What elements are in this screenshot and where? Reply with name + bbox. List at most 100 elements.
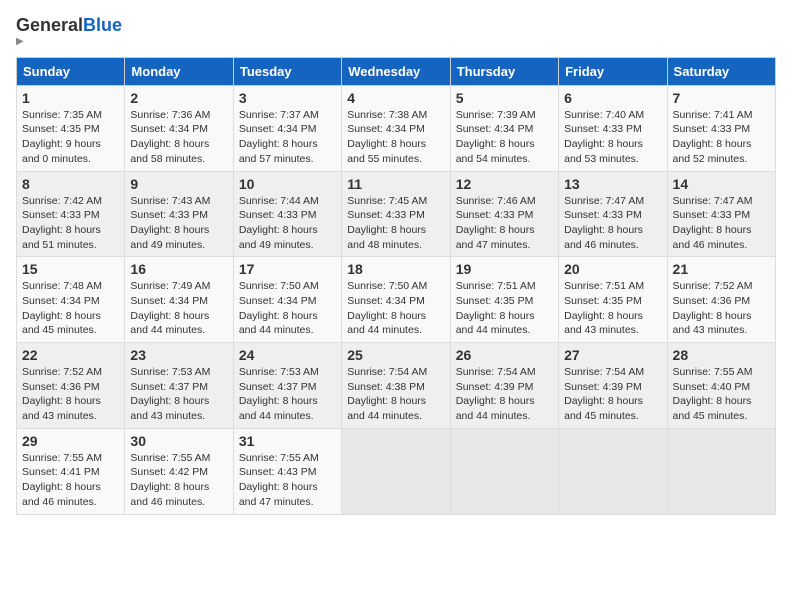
day-info: Sunrise: 7:54 AM Sunset: 4:38 PM Dayligh…	[347, 365, 444, 424]
weekday-header-sunday: Sunday	[17, 57, 125, 85]
day-info: Sunrise: 7:45 AM Sunset: 4:33 PM Dayligh…	[347, 194, 444, 253]
day-info: Sunrise: 7:37 AM Sunset: 4:34 PM Dayligh…	[239, 108, 336, 167]
day-info: Sunrise: 7:41 AM Sunset: 4:33 PM Dayligh…	[673, 108, 770, 167]
calendar-cell: 26 Sunrise: 7:54 AM Sunset: 4:39 PM Dayli…	[450, 343, 558, 429]
day-number: 8	[22, 176, 119, 192]
calendar-cell: 12 Sunrise: 7:46 AM Sunset: 4:33 PM Dayli…	[450, 171, 558, 257]
logo-general: GeneralBlue	[16, 16, 122, 36]
day-info: Sunrise: 7:55 AM Sunset: 4:41 PM Dayligh…	[22, 451, 119, 510]
day-number: 1	[22, 90, 119, 106]
day-number: 2	[130, 90, 227, 106]
logo: GeneralBlue ▶	[16, 16, 122, 47]
calendar-cell: 6Sunrise: 7:40 AM Sunset: 4:33 PM Daylig…	[559, 85, 667, 171]
day-info: Sunrise: 7:51 AM Sunset: 4:35 PM Dayligh…	[456, 279, 553, 338]
weekday-header-tuesday: Tuesday	[233, 57, 341, 85]
calendar-cell: 13 Sunrise: 7:47 AM Sunset: 4:33 PM Dayli…	[559, 171, 667, 257]
day-number: 11	[347, 176, 444, 192]
weekday-header-row: SundayMondayTuesdayWednesdayThursdayFrid…	[17, 57, 776, 85]
calendar-cell	[559, 428, 667, 514]
day-info: Sunrise: 7:39 AM Sunset: 4:34 PM Dayligh…	[456, 108, 553, 167]
calendar-week-2: 8 Sunrise: 7:42 AM Sunset: 4:33 PM Daylig…	[17, 171, 776, 257]
day-info: Sunrise: 7:49 AM Sunset: 4:34 PM Dayligh…	[130, 279, 227, 338]
day-info: Sunrise: 7:44 AM Sunset: 4:33 PM Dayligh…	[239, 194, 336, 253]
calendar-cell: 1 Sunrise: 7:35 AM Sunset: 4:35 PM Daylig…	[17, 85, 125, 171]
calendar-cell	[667, 428, 775, 514]
day-number: 5	[456, 90, 553, 106]
day-info: Sunrise: 7:55 AM Sunset: 4:43 PM Dayligh…	[239, 451, 336, 510]
weekday-header-friday: Friday	[559, 57, 667, 85]
calendar-cell: 18Sunrise: 7:50 AM Sunset: 4:34 PM Dayli…	[342, 257, 450, 343]
calendar-cell	[342, 428, 450, 514]
day-number: 9	[130, 176, 227, 192]
day-info: Sunrise: 7:55 AM Sunset: 4:40 PM Dayligh…	[673, 365, 770, 424]
day-number: 17	[239, 261, 336, 277]
day-info: Sunrise: 7:50 AM Sunset: 4:34 PM Dayligh…	[347, 279, 444, 338]
calendar-cell: 2 Sunrise: 7:36 AM Sunset: 4:34 PM Daylig…	[125, 85, 233, 171]
day-info: Sunrise: 7:47 AM Sunset: 4:33 PM Dayligh…	[673, 194, 770, 253]
calendar-cell: 31 Sunrise: 7:55 AM Sunset: 4:43 PM Dayli…	[233, 428, 341, 514]
day-number: 10	[239, 176, 336, 192]
calendar-cell: 7Sunrise: 7:41 AM Sunset: 4:33 PM Daylig…	[667, 85, 775, 171]
day-info: Sunrise: 7:35 AM Sunset: 4:35 PM Dayligh…	[22, 108, 119, 167]
day-number: 28	[673, 347, 770, 363]
calendar-cell: 15 Sunrise: 7:48 AM Sunset: 4:34 PM Dayli…	[17, 257, 125, 343]
calendar-cell: 19 Sunrise: 7:51 AM Sunset: 4:35 PM Dayli…	[450, 257, 558, 343]
calendar-cell: 3 Sunrise: 7:37 AM Sunset: 4:34 PM Daylig…	[233, 85, 341, 171]
calendar-cell: 27 Sunrise: 7:54 AM Sunset: 4:39 PM Dayli…	[559, 343, 667, 429]
day-number: 31	[239, 433, 336, 449]
weekday-header-monday: Monday	[125, 57, 233, 85]
calendar-cell: 29 Sunrise: 7:55 AM Sunset: 4:41 PM Dayli…	[17, 428, 125, 514]
day-number: 12	[456, 176, 553, 192]
day-info: Sunrise: 7:52 AM Sunset: 4:36 PM Dayligh…	[22, 365, 119, 424]
calendar-cell: 8 Sunrise: 7:42 AM Sunset: 4:33 PM Daylig…	[17, 171, 125, 257]
day-info: Sunrise: 7:47 AM Sunset: 4:33 PM Dayligh…	[564, 194, 661, 253]
calendar-cell: 24 Sunrise: 7:53 AM Sunset: 4:37 PM Dayli…	[233, 343, 341, 429]
day-info: Sunrise: 7:48 AM Sunset: 4:34 PM Dayligh…	[22, 279, 119, 338]
day-number: 4	[347, 90, 444, 106]
header: GeneralBlue ▶	[16, 16, 776, 47]
calendar-cell: 9 Sunrise: 7:43 AM Sunset: 4:33 PM Daylig…	[125, 171, 233, 257]
day-info: Sunrise: 7:54 AM Sunset: 4:39 PM Dayligh…	[456, 365, 553, 424]
day-info: Sunrise: 7:52 AM Sunset: 4:36 PM Dayligh…	[673, 279, 770, 338]
day-info: Sunrise: 7:43 AM Sunset: 4:33 PM Dayligh…	[130, 194, 227, 253]
day-number: 30	[130, 433, 227, 449]
day-info: Sunrise: 7:42 AM Sunset: 4:33 PM Dayligh…	[22, 194, 119, 253]
calendar-cell	[450, 428, 558, 514]
calendar-cell: 21 Sunrise: 7:52 AM Sunset: 4:36 PM Dayli…	[667, 257, 775, 343]
day-number: 13	[564, 176, 661, 192]
day-number: 19	[456, 261, 553, 277]
calendar-week-5: 29 Sunrise: 7:55 AM Sunset: 4:41 PM Dayli…	[17, 428, 776, 514]
day-number: 24	[239, 347, 336, 363]
calendar-cell: 25 Sunrise: 7:54 AM Sunset: 4:38 PM Dayli…	[342, 343, 450, 429]
day-number: 21	[673, 261, 770, 277]
day-info: Sunrise: 7:51 AM Sunset: 4:35 PM Dayligh…	[564, 279, 661, 338]
day-number: 23	[130, 347, 227, 363]
logo-tagline: ▶	[16, 36, 122, 47]
day-number: 14	[673, 176, 770, 192]
calendar-cell: 23 Sunrise: 7:53 AM Sunset: 4:37 PM Dayli…	[125, 343, 233, 429]
day-info: Sunrise: 7:46 AM Sunset: 4:33 PM Dayligh…	[456, 194, 553, 253]
weekday-header-wednesday: Wednesday	[342, 57, 450, 85]
day-info: Sunrise: 7:55 AM Sunset: 4:42 PM Dayligh…	[130, 451, 227, 510]
day-number: 29	[22, 433, 119, 449]
day-info: Sunrise: 7:54 AM Sunset: 4:39 PM Dayligh…	[564, 365, 661, 424]
day-info: Sunrise: 7:53 AM Sunset: 4:37 PM Dayligh…	[130, 365, 227, 424]
day-number: 26	[456, 347, 553, 363]
day-number: 25	[347, 347, 444, 363]
calendar-table: SundayMondayTuesdayWednesdayThursdayFrid…	[16, 57, 776, 515]
day-info: Sunrise: 7:36 AM Sunset: 4:34 PM Dayligh…	[130, 108, 227, 167]
day-info: Sunrise: 7:53 AM Sunset: 4:37 PM Dayligh…	[239, 365, 336, 424]
day-number: 15	[22, 261, 119, 277]
calendar-cell: 20 Sunrise: 7:51 AM Sunset: 4:35 PM Dayli…	[559, 257, 667, 343]
calendar-cell: 10 Sunrise: 7:44 AM Sunset: 4:33 PM Dayli…	[233, 171, 341, 257]
weekday-header-saturday: Saturday	[667, 57, 775, 85]
day-number: 20	[564, 261, 661, 277]
day-number: 22	[22, 347, 119, 363]
day-number: 3	[239, 90, 336, 106]
calendar-cell: 4Sunrise: 7:38 AM Sunset: 4:34 PM Daylig…	[342, 85, 450, 171]
day-number: 6	[564, 90, 661, 106]
calendar-cell: 28 Sunrise: 7:55 AM Sunset: 4:40 PM Dayli…	[667, 343, 775, 429]
day-number: 27	[564, 347, 661, 363]
logo-blue-text: Blue	[83, 15, 122, 35]
day-number: 16	[130, 261, 227, 277]
